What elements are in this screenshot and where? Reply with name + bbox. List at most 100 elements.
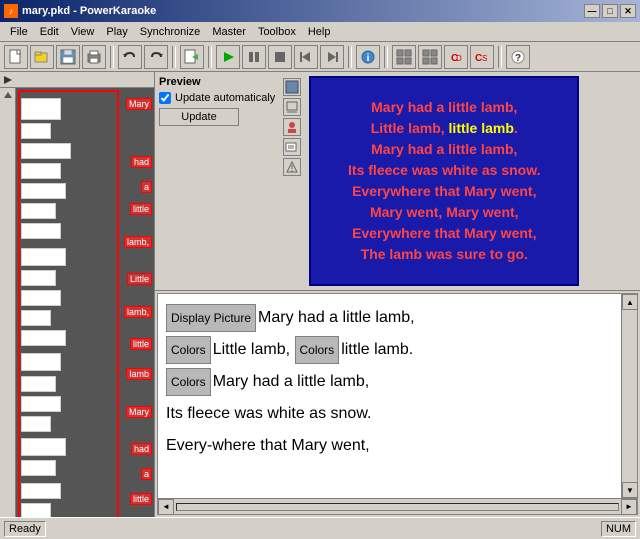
lyrics-vertical-scrollbar: ▲ ▼	[621, 294, 637, 498]
track-content[interactable]: Mary had a little lamb, Little lamb, lit…	[16, 88, 154, 517]
prev-button[interactable]	[294, 45, 318, 69]
scroll-track-horizontal[interactable]	[176, 503, 619, 511]
scroll-thumb[interactable]	[623, 311, 636, 481]
word-little-cap: Little	[127, 273, 152, 285]
menu-synchronize[interactable]: Synchronize	[134, 24, 207, 40]
word-a2: a	[141, 468, 152, 480]
word-had: had	[131, 156, 152, 168]
tool1-button[interactable]	[392, 45, 416, 69]
scroll-left-button[interactable]: ◄	[158, 499, 174, 515]
menu-file[interactable]: File	[4, 24, 34, 40]
preview-label: Preview	[159, 76, 275, 88]
word-little2: little	[130, 338, 152, 350]
toolbar-separator-5	[384, 46, 388, 68]
status-bar: Ready NUM	[0, 517, 640, 539]
main-content: Mary had a little lamb, Little lamb, lit…	[0, 72, 640, 517]
auto-update-checkbox[interactable]	[159, 92, 171, 104]
toolbar-separator-2	[172, 46, 176, 68]
scroll-up-button[interactable]: ▲	[622, 294, 638, 310]
window-controls: — □ ✕	[584, 4, 636, 18]
update-button[interactable]: Update	[159, 108, 239, 126]
icon-btn-1[interactable]	[283, 78, 301, 96]
stop-button[interactable]	[268, 45, 292, 69]
close-button[interactable]: ✕	[620, 4, 636, 18]
maximize-button[interactable]: □	[602, 4, 618, 18]
status-text: Ready	[4, 521, 46, 537]
lyrics-text-3: Mary had a little lamb,	[213, 373, 370, 390]
lyrics-text-2a: Little lamb,	[213, 341, 295, 358]
tag-colors-1[interactable]: Colors	[166, 336, 211, 364]
save-button[interactable]	[56, 45, 80, 69]
menu-play[interactable]: Play	[100, 24, 133, 40]
svg-text:D: D	[456, 54, 462, 63]
tag-display-picture[interactable]: Display Picture	[166, 304, 256, 332]
word-mary2: Mary	[126, 406, 152, 418]
tag-colors-2[interactable]: Colors	[295, 336, 340, 364]
preview-section: Preview Update automaticaly Update	[155, 72, 640, 291]
info-button[interactable]: i	[356, 45, 380, 69]
print-button[interactable]	[82, 45, 106, 69]
toolbar-separator-3	[208, 46, 212, 68]
karaoke-line-2: Little lamb, little lamb.	[348, 118, 540, 139]
icon-btn-5[interactable]	[283, 158, 301, 176]
lyrics-line-4: Its fleece was white as snow.	[166, 398, 613, 430]
toolbar-separator-1	[110, 46, 114, 68]
next-button[interactable]	[320, 45, 344, 69]
svg-text:?: ?	[515, 53, 521, 64]
karaoke-line-6: Mary went, Mary went,	[348, 202, 540, 223]
icon-btn-3[interactable]	[283, 118, 301, 136]
karaoke-line-5: Everywhere that Mary went,	[348, 181, 540, 202]
word-had2: had	[131, 443, 152, 455]
track-area: Mary had a little lamb, Little lamb, lit…	[0, 88, 154, 517]
menu-toolbox[interactable]: Toolbox	[252, 24, 302, 40]
num-lock-indicator: NUM	[601, 521, 636, 537]
icon-btn-4[interactable]	[283, 138, 301, 156]
minimize-button[interactable]: —	[584, 4, 600, 18]
lyrics-text-1: Mary had a little lamb,	[258, 309, 415, 326]
toolbar: i CD CS ?	[0, 42, 640, 72]
scroll-down-button[interactable]: ▼	[622, 482, 638, 498]
karaoke-line-1: Mary had a little lamb,	[348, 97, 540, 118]
play-button[interactable]	[216, 45, 240, 69]
karaoke-display: Mary had a little lamb, Little lamb, lit…	[309, 76, 579, 286]
icon-btn-2[interactable]	[283, 98, 301, 116]
menu-help[interactable]: Help	[302, 24, 337, 40]
word-little1: little	[130, 203, 152, 215]
lyrics-content[interactable]: Display PictureMary had a little lamb, C…	[158, 294, 621, 498]
menu-edit[interactable]: Edit	[34, 24, 65, 40]
word-lamb1: lamb,	[124, 236, 152, 248]
menu-master[interactable]: Master	[206, 24, 252, 40]
open-button[interactable]	[30, 45, 54, 69]
word-mary: Mary	[126, 98, 152, 110]
word-lamb3: lamb	[126, 368, 152, 380]
tool3-button[interactable]: CD	[444, 45, 468, 69]
import-button[interactable]	[180, 45, 204, 69]
preview-controls: Preview Update automaticaly Update	[159, 76, 275, 286]
lyrics-line-2: ColorsLittle lamb, Colorslittle lamb.	[166, 334, 613, 366]
svg-text:i: i	[367, 53, 370, 64]
karaoke-line-4: Its fleece was white as snow.	[348, 160, 540, 181]
track-scroll	[0, 88, 16, 517]
new-button[interactable]	[4, 45, 28, 69]
word-lamb2: lamb,	[124, 306, 152, 318]
window-title: mary.pkd - PowerKaraoke	[22, 5, 156, 17]
lyrics-text-4: Its fleece was white as snow.	[166, 405, 371, 422]
menu-view[interactable]: View	[65, 24, 101, 40]
tag-colors-3[interactable]: Colors	[166, 368, 211, 396]
toolbar-separator-6	[498, 46, 502, 68]
undo-button[interactable]	[118, 45, 142, 69]
help-button[interactable]: ?	[506, 45, 530, 69]
menu-bar: File Edit View Play Synchronize Master T…	[0, 22, 640, 42]
auto-update-label: Update automaticaly	[175, 92, 275, 104]
tool2-button[interactable]	[418, 45, 442, 69]
lyrics-text-2b: little lamb.	[341, 341, 413, 358]
karaoke-line-3: Mary had a little lamb,	[348, 139, 540, 160]
preview-left-icons	[283, 76, 301, 286]
redo-button[interactable]	[144, 45, 168, 69]
tool4-button[interactable]: CS	[470, 45, 494, 69]
scroll-right-button[interactable]: ►	[621, 499, 637, 515]
karaoke-line-8: The lamb was sure to go.	[348, 244, 540, 265]
preview-auto-update[interactable]: Update automaticaly	[159, 92, 275, 104]
pause-button[interactable]	[242, 45, 266, 69]
lyrics-line-5: Every-where that Mary went,	[166, 430, 613, 462]
